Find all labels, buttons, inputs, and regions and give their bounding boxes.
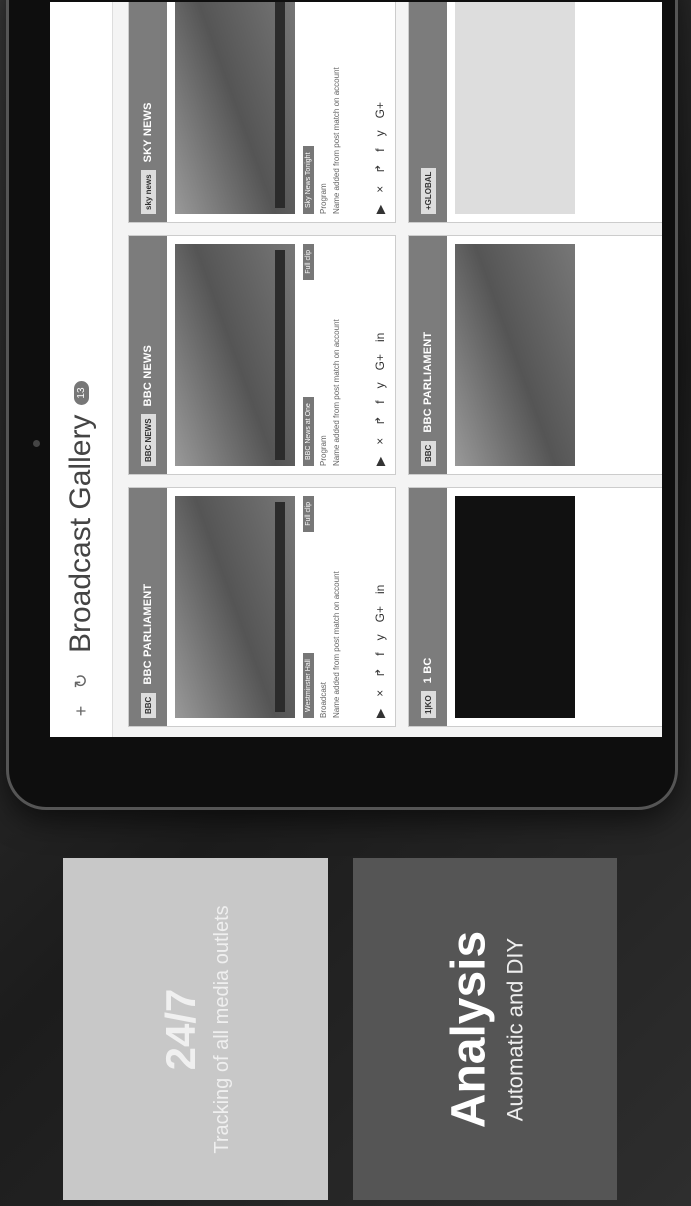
clip-tag[interactable]: Full clip bbox=[303, 244, 314, 280]
facebook-icon[interactable]: f bbox=[373, 148, 387, 151]
tracking-text: Tracking of all media outlets bbox=[211, 904, 233, 1154]
tracking-headline: 24/7 bbox=[157, 988, 204, 1070]
tablet-screen: + ↻ Broadcast Gallery 13 BBC BBC PARLIAM… bbox=[50, 2, 662, 737]
card-meta: Program bbox=[319, 183, 328, 214]
share-row: ▶ × ↱ f y G+ in bbox=[373, 333, 387, 466]
tablet-device: + ↻ Broadcast Gallery 13 BBC BBC PARLIAM… bbox=[6, 0, 678, 810]
broadcast-card[interactable]: BBC BBC PARLIAMENT bbox=[408, 235, 662, 475]
play-icon[interactable]: ▶ bbox=[373, 457, 387, 466]
video-thumbnail[interactable] bbox=[175, 2, 295, 214]
linkedin-icon[interactable]: in bbox=[373, 585, 387, 594]
twitter-icon[interactable]: y bbox=[373, 130, 387, 136]
page-title: Broadcast Gallery bbox=[64, 414, 97, 653]
card-meta: Name added from post match on account bbox=[332, 67, 341, 214]
top-bar: + ↻ Broadcast Gallery 13 bbox=[50, 2, 113, 737]
analysis-promo: Analysis Automatic and DIY bbox=[353, 858, 617, 1200]
card-header: BBC BBC PARLIAMENT bbox=[409, 236, 447, 474]
refresh-icon[interactable]: ↻ bbox=[71, 669, 92, 693]
program-tag[interactable]: Westminster Hall bbox=[303, 653, 314, 718]
card-header: BBC BBC PARLIAMENT bbox=[129, 488, 167, 726]
video-thumbnail[interactable] bbox=[175, 244, 295, 466]
analysis-text: Automatic and DIY bbox=[502, 937, 528, 1121]
retweet-icon[interactable]: ↱ bbox=[373, 668, 387, 678]
google-plus-icon[interactable]: G+ bbox=[373, 354, 387, 370]
program-tag[interactable]: Sky News Tonight bbox=[303, 146, 314, 214]
card-header: +GLOBAL bbox=[409, 2, 447, 222]
channel-logo: BBC bbox=[140, 692, 156, 718]
channel-name: SKY NEWS bbox=[142, 102, 154, 163]
card-meta: Name added from post match on account bbox=[332, 319, 341, 466]
facebook-icon[interactable]: f bbox=[373, 652, 387, 655]
channel-name: BBC PARLIAMENT bbox=[142, 583, 154, 685]
plus-icon[interactable]: + bbox=[71, 699, 92, 723]
twitter-icon[interactable]: y bbox=[373, 634, 387, 640]
tracking-promo: 24/7 Tracking of all media outlets bbox=[63, 858, 328, 1200]
broadcast-card[interactable]: BBC NEWS BBC NEWS BBC News at One Full c… bbox=[128, 235, 396, 475]
card-header: sky news SKY NEWS bbox=[129, 2, 167, 222]
channel-logo: sky news bbox=[140, 170, 156, 214]
share-row: ▶ × ↱ f y G+ in bbox=[373, 585, 387, 718]
google-plus-icon[interactable]: G+ bbox=[373, 102, 387, 118]
video-thumbnail[interactable] bbox=[455, 244, 575, 466]
channel-logo: +GLOBAL bbox=[420, 167, 436, 214]
broadcast-card[interactable]: +GLOBAL bbox=[408, 2, 662, 223]
card-meta: Name added from post match on account bbox=[332, 571, 341, 718]
x-icon[interactable]: × bbox=[373, 690, 387, 697]
video-thumbnail[interactable] bbox=[455, 2, 575, 214]
retweet-icon[interactable]: ↱ bbox=[373, 164, 387, 174]
twitter-icon[interactable]: y bbox=[373, 382, 387, 388]
x-icon[interactable]: × bbox=[373, 186, 387, 193]
video-thumbnail[interactable] bbox=[455, 496, 575, 718]
broadcast-card[interactable]: BBC BBC PARLIAMENT Westminster Hall Full… bbox=[128, 487, 396, 727]
play-icon[interactable]: ▶ bbox=[373, 709, 387, 718]
app-view: + ↻ Broadcast Gallery 13 BBC BBC PARLIAM… bbox=[50, 2, 662, 737]
camera-icon bbox=[33, 440, 40, 447]
card-meta: Program bbox=[319, 435, 328, 466]
count-badge: 13 bbox=[73, 381, 89, 405]
clip-tag[interactable]: Full clip bbox=[303, 496, 314, 532]
program-tag[interactable]: BBC News at One bbox=[303, 397, 314, 466]
analysis-headline: Analysis bbox=[442, 930, 496, 1128]
channel-name: 1 BC bbox=[422, 657, 434, 684]
x-icon[interactable]: × bbox=[373, 438, 387, 445]
share-row: ▶ × ↱ f y G+ bbox=[373, 102, 387, 214]
channel-name: BBC NEWS bbox=[142, 344, 154, 407]
channel-name: BBC PARLIAMENT bbox=[422, 331, 434, 433]
card-header: 1|KO 1 BC bbox=[409, 488, 447, 726]
broadcast-card[interactable]: 1|KO 1 BC bbox=[408, 487, 662, 727]
video-thumbnail[interactable] bbox=[175, 496, 295, 718]
linkedin-icon[interactable]: in bbox=[373, 333, 387, 342]
retweet-icon[interactable]: ↱ bbox=[373, 416, 387, 426]
facebook-icon[interactable]: f bbox=[373, 400, 387, 403]
channel-logo: 1|KO bbox=[420, 691, 436, 718]
card-header: BBC NEWS BBC NEWS bbox=[129, 236, 167, 474]
broadcast-card[interactable]: sky news SKY NEWS Sky News Tonight Progr… bbox=[128, 2, 396, 223]
channel-logo: BBC NEWS bbox=[140, 414, 156, 466]
play-icon[interactable]: ▶ bbox=[373, 205, 387, 214]
channel-logo: BBC bbox=[420, 440, 436, 466]
card-meta: Broadcast bbox=[319, 681, 328, 718]
google-plus-icon[interactable]: G+ bbox=[373, 606, 387, 622]
broadcast-grid: BBC BBC PARLIAMENT Westminster Hall Full… bbox=[128, 2, 662, 727]
